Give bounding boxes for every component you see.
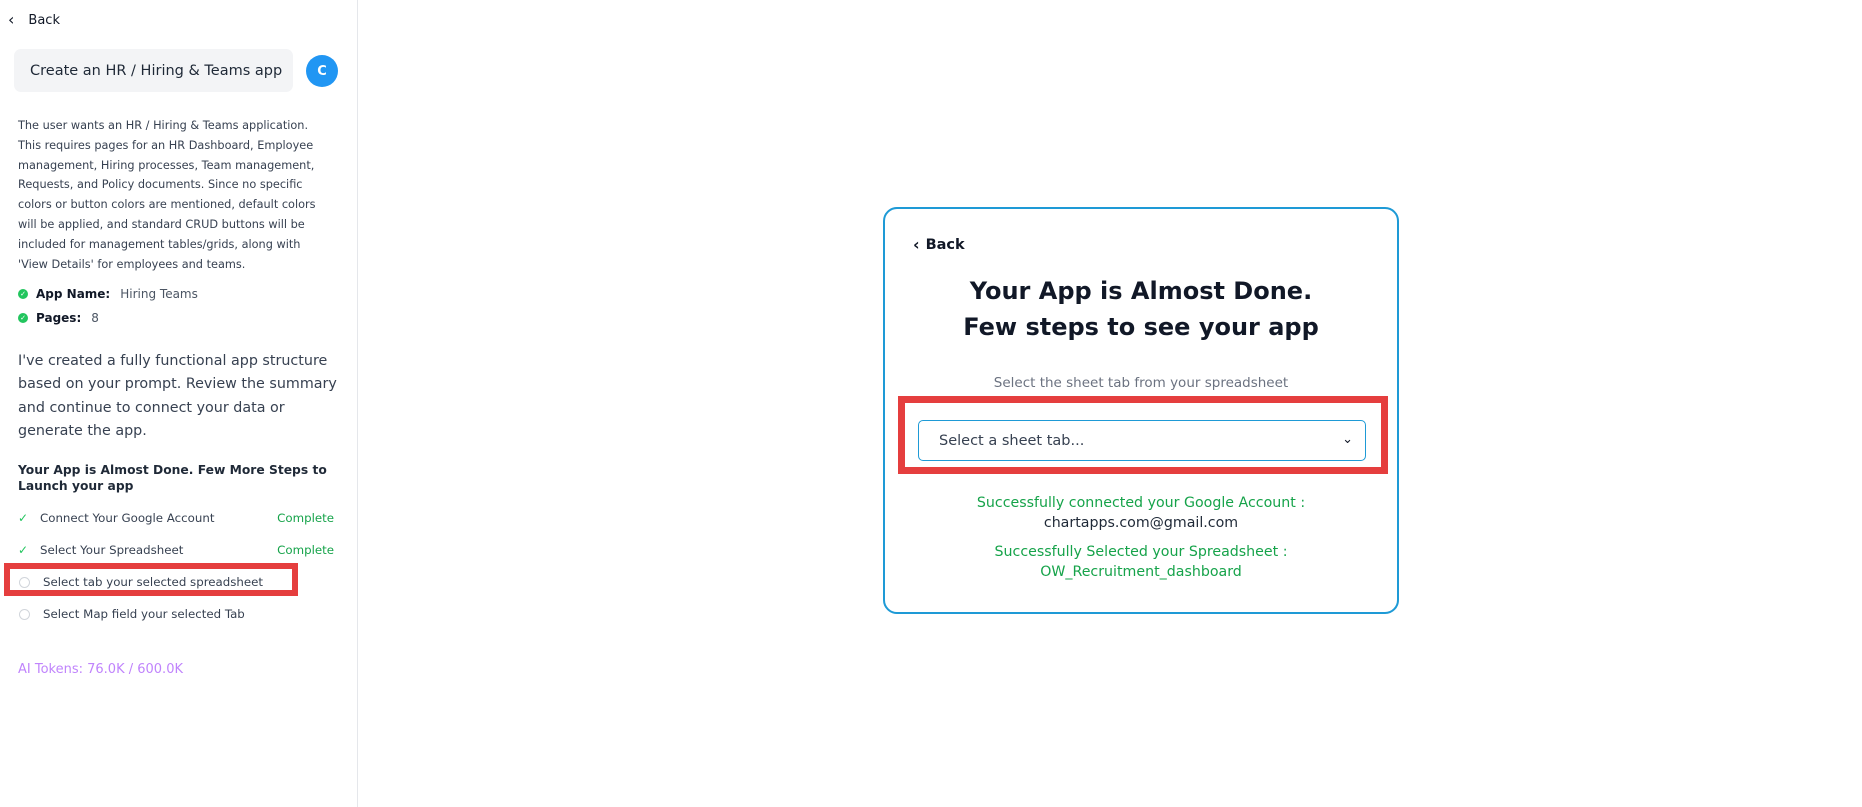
card-back-button[interactable]: ‹ Back [913, 235, 965, 254]
ai-summary-text: The user wants an HR / Hiring & Teams ap… [18, 119, 316, 271]
sidebar-back-button[interactable]: ‹ Back [8, 12, 60, 28]
checkmark-icon: ✓ [18, 543, 29, 557]
check-circle-icon: ✓ [18, 313, 28, 323]
card-back-label: Back [925, 236, 965, 253]
step-label: Connect Your Google Account [40, 511, 215, 525]
highlight-box [4, 563, 298, 596]
pages-row: ✓ Pages: 8 [18, 311, 99, 325]
pages-key: Pages: [36, 311, 82, 325]
ai-tokens-usage: AI Tokens: 76.0K / 600.0K [18, 662, 183, 677]
app-name-value: Hiring Teams [120, 287, 198, 301]
card-title: Your App is Almost Done. Few steps to se… [885, 273, 1397, 345]
chevron-left-icon: ‹ [8, 10, 15, 29]
app-name-key: App Name: [36, 287, 111, 301]
step-item: Select Map field your selected Tab [18, 604, 334, 624]
step-item: ✓ Select Your Spreadsheet Complete [18, 540, 334, 560]
spreadsheet-selected-text: Successfully Selected your Spreadsheet : [994, 544, 1288, 560]
avatar: C [306, 55, 338, 87]
card-title-line-1: Your App is Almost Done. [969, 277, 1313, 305]
chevron-down-icon: ⌄ [1342, 432, 1353, 447]
app-name-row: ✓ App Name: Hiring Teams [18, 287, 198, 301]
sheet-tab-select[interactable]: Select a sheet tab... ⌄ [918, 420, 1366, 461]
steps-title: Your App is Almost Done. Few More Steps … [18, 463, 327, 493]
setup-card: ‹ Back Your App is Almost Done. Few step… [883, 207, 1399, 614]
created-message: I've created a fully functional app stru… [18, 353, 337, 440]
empty-circle-icon [19, 608, 30, 620]
step-item: ✓ Connect Your Google Account Complete [18, 508, 334, 528]
check-circle-icon: ✓ [18, 289, 28, 299]
sidebar: ‹ Back Create an HR / Hiring & Teams app… [0, 0, 358, 807]
card-title-line-2: Few steps to see your app [963, 313, 1319, 341]
prompt-bubble: Create an HR / Hiring & Teams app [14, 49, 293, 92]
step-status: Complete [277, 511, 334, 525]
chevron-left-icon: ‹ [913, 235, 920, 254]
step-status: Complete [277, 543, 334, 557]
sheet-tab-label: Select the sheet tab from your spreadshe… [993, 375, 1289, 391]
step-label: Select Map field your selected Tab [43, 607, 245, 621]
sidebar-back-label: Back [28, 12, 60, 28]
sheet-tab-select-value: Select a sheet tab... [939, 432, 1085, 449]
google-connected-text: Successfully connected your Google Accou… [976, 495, 1306, 511]
google-email: chartapps.com@gmail.com [1043, 515, 1239, 531]
step-label: Select Your Spreadsheet [40, 543, 184, 557]
pages-value: 8 [91, 311, 99, 325]
spreadsheet-name: OW_Recruitment_dashboard [1040, 564, 1242, 580]
checkmark-icon: ✓ [18, 511, 29, 525]
